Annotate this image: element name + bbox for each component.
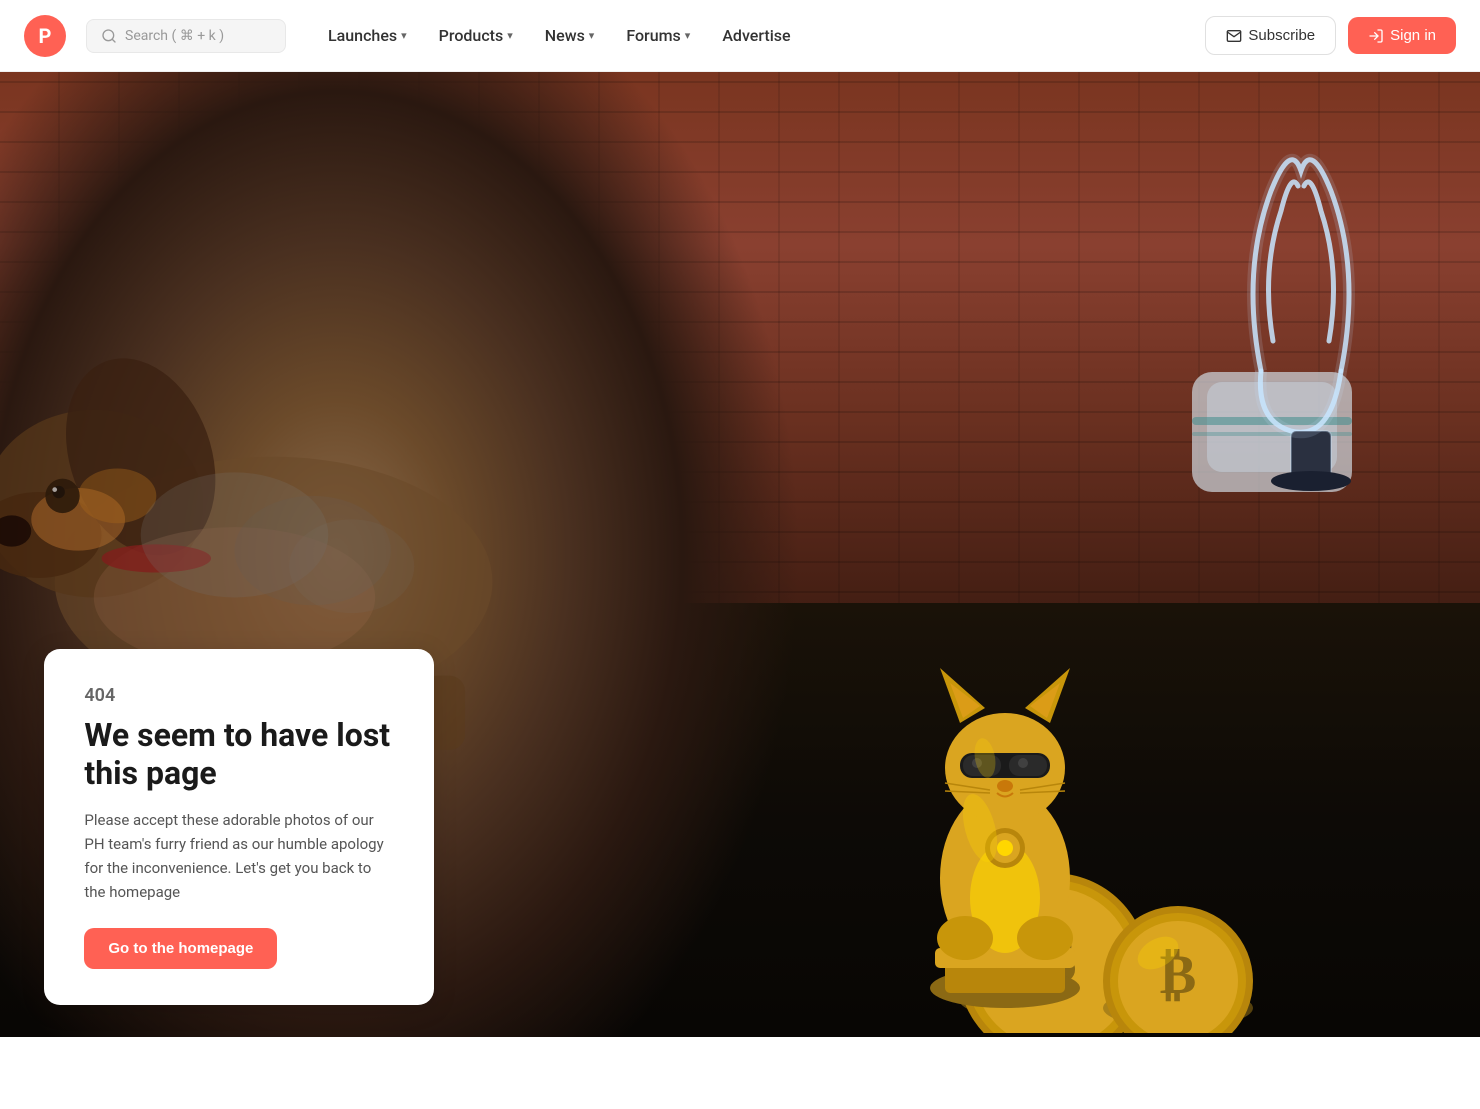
chevron-down-icon: ▾ [589, 29, 595, 42]
nav-item-launches[interactable]: Launches ▾ [314, 18, 421, 53]
search-bar[interactable]: Search ( ⌘ + k ) [86, 19, 286, 53]
search-placeholder: Search ( ⌘ + k ) [125, 28, 224, 44]
nav-item-products[interactable]: Products ▾ [425, 18, 527, 53]
signin-icon [1368, 28, 1384, 44]
nav-item-advertise[interactable]: Advertise [708, 18, 804, 53]
gold-cat-figurine [915, 628, 1095, 1008]
error-description: Please accept these adorable photos of o… [84, 808, 394, 904]
cat-svg [915, 628, 1095, 1008]
chevron-down-icon: ▾ [507, 29, 513, 42]
logo[interactable]: P [24, 15, 66, 57]
chevron-down-icon: ▾ [685, 29, 691, 42]
envelope-icon [1226, 28, 1242, 44]
signin-button[interactable]: Sign in [1348, 17, 1456, 54]
error-title: We seem to have lost this page [84, 716, 394, 793]
nav-item-forums[interactable]: Forums ▾ [612, 18, 704, 53]
homepage-button[interactable]: Go to the homepage [84, 928, 277, 969]
navbar: P Search ( ⌘ + k ) Launches ▾ Products ▾… [0, 0, 1480, 72]
subscribe-button[interactable]: Subscribe [1205, 16, 1336, 55]
error-code: 404 [84, 685, 394, 706]
error-card: 404 We seem to have lost this page Pleas… [44, 649, 434, 1006]
nav-items: Launches ▾ Products ▾ News ▾ Forums ▾ Ad… [314, 18, 1197, 53]
chevron-down-icon: ▾ [401, 29, 407, 42]
neon-svg [1201, 91, 1421, 491]
nav-item-news[interactable]: News ▾ [531, 18, 609, 53]
nav-right: Subscribe Sign in [1205, 16, 1456, 55]
hero-area: ₿ ₿ [0, 72, 1480, 1109]
neon-decoration [1201, 91, 1421, 495]
search-icon [101, 28, 117, 44]
